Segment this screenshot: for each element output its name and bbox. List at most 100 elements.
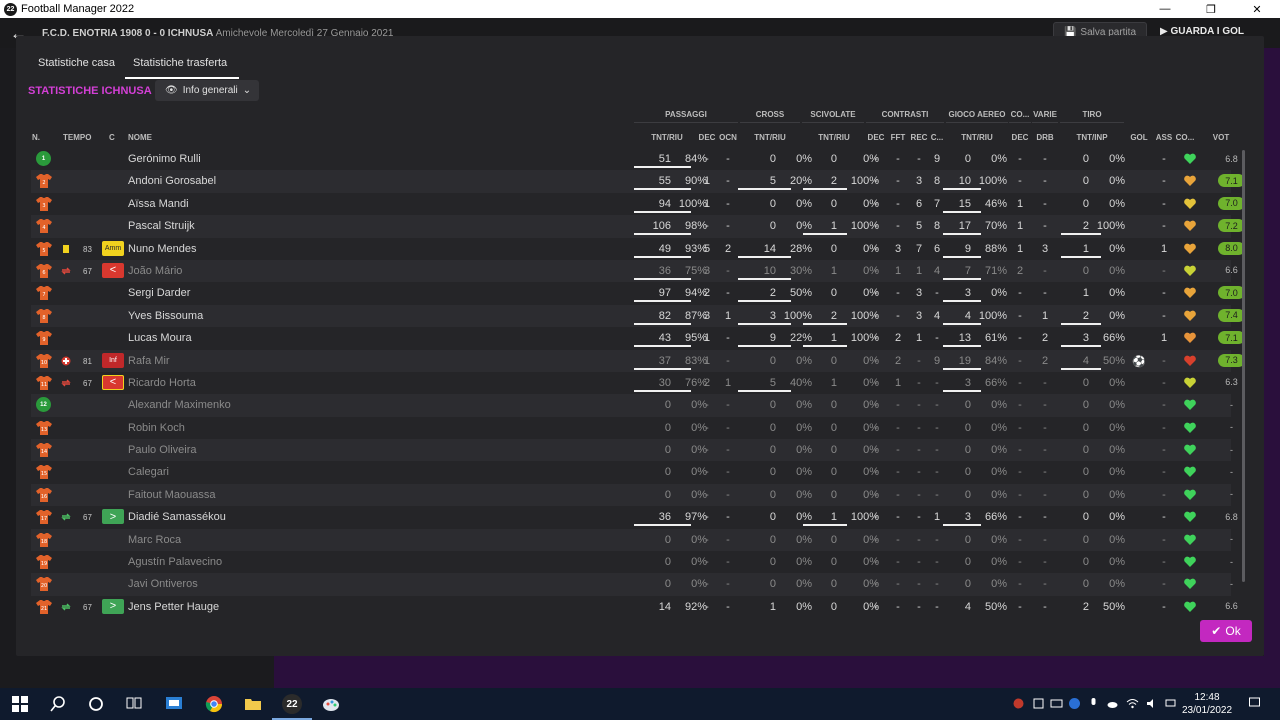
minimize-button[interactable]: — xyxy=(1142,0,1188,18)
tray-display-icon[interactable] xyxy=(1050,697,1063,710)
tray-volume-icon[interactable] xyxy=(1146,697,1159,710)
table-row[interactable]: 5 83 Amm Nuno Mendes 49 93% 5 2 14 28% 0 0% -3 7 6 9 88%… xyxy=(31,238,1245,260)
tab-home-stats[interactable]: Statistiche casa xyxy=(38,57,115,69)
player-name[interactable]: Pascal Struijk xyxy=(128,220,195,232)
table-row[interactable]: 17 67 > Diadié Samassékou 36 97% - -0 0% 1 100% - - -… xyxy=(31,506,1238,528)
player-name[interactable]: Calegari xyxy=(128,466,169,478)
col-header-tempo[interactable]: TEMPO xyxy=(63,133,91,142)
dribbles: - xyxy=(1043,399,1047,412)
col-header-pass-dec[interactable]: DEC xyxy=(696,133,718,142)
col-header-pass-tnt[interactable]: TNT/RIU xyxy=(642,133,692,142)
col-header-vot[interactable]: VOT xyxy=(1209,133,1233,142)
col-header-nome[interactable]: NOME xyxy=(128,133,152,142)
col-header-ass[interactable]: ASS xyxy=(1153,133,1175,142)
table-row[interactable]: 9 Lucas Moura 43 95% 1-9 22% 1 100% -2 1-13 61% -2 3… xyxy=(31,327,1245,349)
tab-away-stats[interactable]: Statistiche trasferta xyxy=(133,57,227,69)
table-row[interactable]: 15 Calegari 0 0% - -0 0% 0 0% - - - -0 0% - -0 0% - - xyxy=(31,461,1233,483)
col-header-contr-fft[interactable]: FFT xyxy=(888,133,908,142)
table-row[interactable]: 12 Alexandr Maximenko 0 0% - -0 0% 0 0% - - - -0 0% - -… xyxy=(31,394,1233,417)
tray-cloud-icon[interactable] xyxy=(1106,697,1119,710)
player-name[interactable]: Marc Roca xyxy=(128,534,181,546)
view-dropdown[interactable]: 👁 Info generali ⌄ xyxy=(155,80,259,101)
player-name[interactable]: Ricardo Horta xyxy=(128,377,196,389)
col-header-cross-tnt[interactable]: TNT/RIU xyxy=(745,133,795,142)
table-row[interactable]: 7 Sergi Darder 97 94% 2-2 50% 0 0% - -3-3 0% - -1 0% -… xyxy=(31,282,1245,304)
player-name[interactable]: Gerónimo Rulli xyxy=(128,153,201,165)
player-name[interactable]: Aïssa Mandi xyxy=(128,198,189,210)
tray-notes-icon[interactable] xyxy=(1032,697,1045,710)
table-row[interactable]: 10 81 Inf Rafa Mir 37 83% 1-0 0% 0 0% -2-9 19 84% -2 4… xyxy=(31,349,1245,372)
player-name[interactable]: Robin Koch xyxy=(128,422,185,434)
table-row[interactable]: 8 Yves Bissouma 82 87% 3 1 3 100% 2 100% - -3 4 4 100%… xyxy=(31,304,1245,328)
taskbar-clock[interactable]: 12:48 23/01/2022 xyxy=(1182,691,1232,717)
close-window-button[interactable]: ✕ xyxy=(1234,0,1280,18)
football-manager-icon[interactable]: 22 xyxy=(282,694,302,714)
player-name[interactable]: Faitout Maouassa xyxy=(128,489,215,501)
contrasti-dec: - xyxy=(874,220,878,233)
table-row[interactable]: 19 Agustín Palavecino 0 0% - -0 0% 0 0% - - - -0 0% - -… xyxy=(31,551,1233,573)
col-header-aereo-tnt[interactable]: TNT/RIU xyxy=(952,133,1002,142)
player-name[interactable]: Sergi Darder xyxy=(128,287,190,299)
player-name[interactable]: Paulo Oliveira xyxy=(128,444,196,456)
col-header-contr-dec[interactable]: DEC xyxy=(866,133,886,142)
file-explorer-icon[interactable] xyxy=(243,694,263,714)
player-name[interactable]: Lucas Moura xyxy=(128,332,192,344)
notification-center-icon[interactable] xyxy=(1248,696,1261,709)
contrasti-c: - xyxy=(935,488,939,501)
col-header-tiro-tnt[interactable]: TNT/INP xyxy=(1067,133,1117,142)
player-name[interactable]: Agustín Palavecino xyxy=(128,556,222,568)
player-name[interactable]: Andoni Gorosabel xyxy=(128,175,216,187)
group-line xyxy=(740,122,800,123)
search-icon[interactable] xyxy=(48,694,68,714)
tray-antivirus-icon[interactable] xyxy=(1012,697,1025,710)
table-row[interactable]: 14 Paulo Oliveira 0 0% - -0 0% 0 0% - - - -0 0% - -0 0% -… xyxy=(31,439,1233,462)
tray-bluetooth-icon[interactable] xyxy=(1068,697,1081,710)
col-header-n[interactable]: N. xyxy=(32,133,40,142)
col-header-varie-drb[interactable]: DRB xyxy=(1034,133,1056,142)
table-row[interactable]: 11 67 < Ricardo Horta 30 76% 2 1 5 40% 1 0% -1- -3 66%… xyxy=(31,372,1238,394)
tray-network-icon[interactable] xyxy=(1164,697,1177,710)
player-name[interactable]: Nuno Mendes xyxy=(128,243,197,255)
task-view-icon[interactable] xyxy=(124,694,144,714)
player-name[interactable]: Alexandr Maximenko xyxy=(128,399,231,411)
col-header-c[interactable]: C xyxy=(109,133,115,142)
col-header-sciv-tnt[interactable]: TNT/RIU xyxy=(809,133,859,142)
remote-desktop-icon[interactable] xyxy=(164,694,184,714)
col-header-contr-rec[interactable]: REC xyxy=(909,133,929,142)
table-row[interactable]: 21 67 > Jens Petter Hauge 14 92% - -1 0% 0 0% - - - -4… xyxy=(31,596,1238,618)
table-row[interactable]: 1 Gerónimo Rulli 51 84% - -0 0% 0 0% - - -9 0 0% - -0 0%… xyxy=(31,148,1238,170)
player-name[interactable]: Diadié Samassékou xyxy=(128,511,226,523)
tray-wifi-icon[interactable] xyxy=(1126,697,1139,710)
table-row[interactable]: 6 67 < João Mário 36 75% 3-10 30% 1 0% -1 1 4 7 71% 2-0… xyxy=(31,259,1238,283)
player-name[interactable]: Yves Bissouma xyxy=(128,310,203,322)
ok-button[interactable]: ✔ Ok xyxy=(1200,620,1252,642)
player-name[interactable]: Rafa Mir xyxy=(128,355,170,367)
col-header-pass-ocn[interactable]: OCN xyxy=(717,133,739,142)
table-row[interactable]: 3 Aïssa Mandi 94 100% 1-0 0% 0 0% - -6 7 15 46% 1-0 0%… xyxy=(31,193,1245,215)
table-row[interactable]: 18 Marc Roca 0 0% - -0 0% 0 0% - - - -0 0% - -0 0% - - xyxy=(31,528,1233,552)
table-scrollbar[interactable] xyxy=(1242,150,1245,582)
maximize-button[interactable]: ❐ xyxy=(1188,0,1234,18)
paint-icon[interactable] xyxy=(321,694,341,714)
svg-text:2: 2 xyxy=(42,180,45,186)
col-header-condition[interactable]: CO... xyxy=(1174,133,1196,142)
condition-heart-icon xyxy=(1184,153,1196,164)
table-row[interactable]: 16 Faitout Maouassa 0 0% - -0 0% 0 0% - - - -0 0% - -0 0… xyxy=(31,483,1233,507)
table-row[interactable]: 4 Pascal Struijk 106 98% - -0 0% 1 100% - -5 8 17 70%… xyxy=(31,215,1245,238)
player-name[interactable]: João Mário xyxy=(128,265,182,277)
col-header-contr-c[interactable]: C... xyxy=(929,133,945,142)
player-name[interactable]: Jens Petter Hauge xyxy=(128,601,219,613)
shirt-number-icon: 10 xyxy=(36,353,52,368)
col-header-co-dec[interactable]: DEC xyxy=(1009,133,1031,142)
condition-heart-icon xyxy=(1184,377,1196,388)
player-name[interactable]: Javi Ontiveros xyxy=(128,578,198,590)
chrome-icon[interactable] xyxy=(204,694,224,714)
col-header-gol[interactable]: GOL xyxy=(1128,133,1150,142)
cortana-icon[interactable] xyxy=(86,694,106,714)
table-row[interactable]: 2 Andoni Gorosabel 55 90% 1-5 20% 2 100% - -3 8 10 1… xyxy=(31,170,1245,193)
table-row[interactable]: 13 Robin Koch 0 0% - -0 0% 0 0% - - - -0 0% - -0 0% - - xyxy=(31,417,1233,439)
windows-start-icon[interactable] xyxy=(10,694,30,714)
tray-mic-icon[interactable] xyxy=(1087,697,1100,710)
table-row[interactable]: 20 Javi Ontiveros 0 0% - -0 0% 0 0% - - - -0 0% - -0 0% -… xyxy=(31,573,1233,596)
fouls: - xyxy=(896,153,900,165)
